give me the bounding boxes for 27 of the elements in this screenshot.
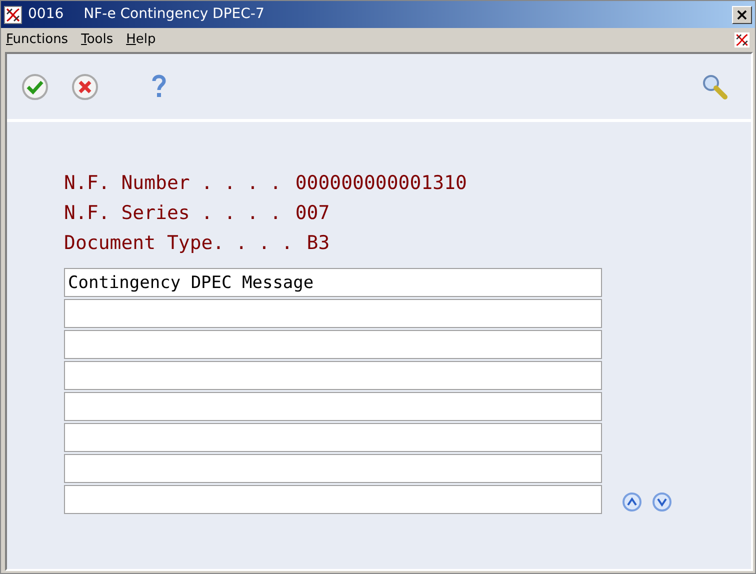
message-field[interactable] bbox=[64, 330, 602, 359]
close-button[interactable]: × bbox=[732, 6, 752, 24]
message-field[interactable] bbox=[64, 485, 602, 514]
scroll-down-button[interactable] bbox=[652, 492, 672, 512]
scroll-up-button[interactable] bbox=[622, 492, 642, 512]
message-field[interactable]: Contingency DPEC Message bbox=[64, 268, 602, 297]
field-label: N.F. Series . . . . bbox=[64, 200, 282, 226]
menu-item[interactable]: Help bbox=[126, 30, 156, 50]
app-logo-icon bbox=[4, 6, 22, 24]
message-field[interactable] bbox=[64, 423, 602, 452]
window-number: 0016 bbox=[28, 5, 64, 24]
menu-item[interactable]: Tools bbox=[81, 30, 114, 50]
field-value: 000000000001310 bbox=[295, 170, 467, 196]
message-field[interactable] bbox=[64, 454, 602, 483]
field-label: Document Type. . . . bbox=[64, 230, 293, 256]
message-field[interactable] bbox=[64, 361, 602, 390]
menu-item[interactable]: Functions bbox=[6, 30, 68, 50]
message-field[interactable] bbox=[64, 392, 602, 421]
cancel-button[interactable] bbox=[71, 72, 99, 100]
window-title: NF-e Contingency DPEC-7 bbox=[84, 5, 264, 24]
field-label: N.F. Number . . . . bbox=[64, 170, 282, 196]
app-logo-icon bbox=[734, 32, 750, 48]
ok-button[interactable] bbox=[21, 72, 49, 100]
field-value: B3 bbox=[306, 230, 330, 256]
field-value: 007 bbox=[295, 200, 330, 226]
search-button[interactable] bbox=[701, 72, 729, 100]
message-field[interactable] bbox=[64, 299, 602, 328]
